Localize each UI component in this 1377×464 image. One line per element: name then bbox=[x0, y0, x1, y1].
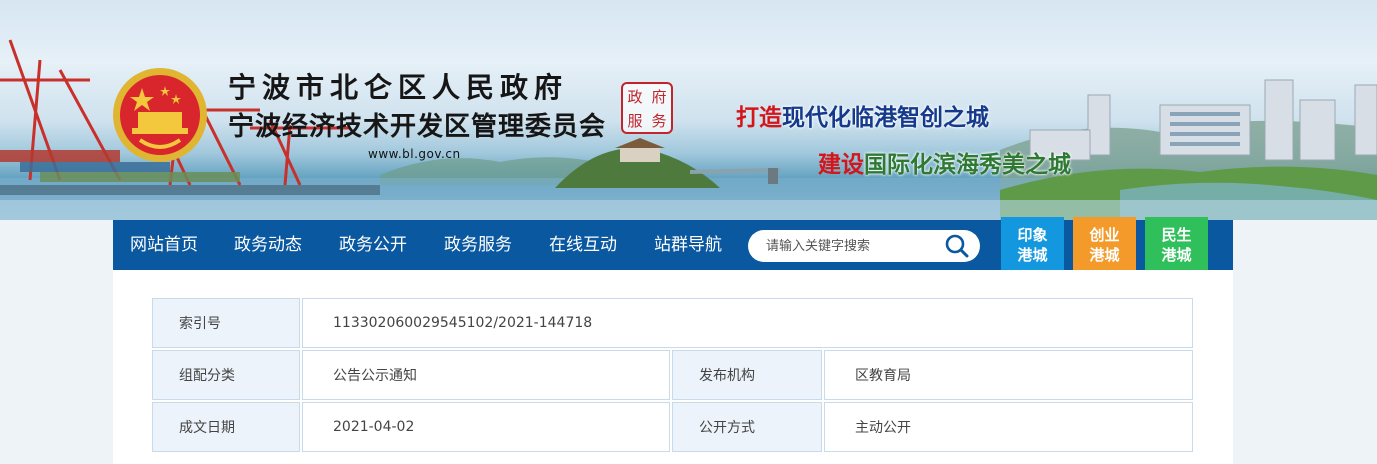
nav-item-home[interactable]: 网站首页 bbox=[130, 220, 198, 270]
nav-item-services[interactable]: 政务服务 bbox=[444, 220, 512, 270]
document-info-panel: 索引号 113302060029545102/2021-144718 组配分类 … bbox=[113, 270, 1233, 464]
slogan-line-2: 建设国际化滨海秀美之城 bbox=[818, 145, 1071, 179]
tile-livelihood-port-city[interactable]: 民生 港城 bbox=[1145, 217, 1208, 273]
publisher-label: 发布机构 bbox=[672, 350, 822, 400]
index-number-label: 索引号 bbox=[152, 298, 300, 348]
harbor-scenery-image bbox=[0, 39, 1377, 220]
nav-item-interaction[interactable]: 在线互动 bbox=[549, 220, 617, 270]
search-button[interactable] bbox=[944, 233, 970, 259]
main-nav-bar: 网站首页 政务动态 政务公开 政务服务 在线互动 站群导航 印象 港城 创业 港… bbox=[113, 217, 1233, 273]
tile-startup-port-city[interactable]: 创业 港城 bbox=[1073, 217, 1136, 273]
org-name-primary: 宁波市北仑区人民政府 bbox=[228, 71, 569, 104]
nav-item-disclosure[interactable]: 政务公开 bbox=[339, 220, 407, 270]
slogan-text: 国际化滨海秀美之城 bbox=[864, 151, 1071, 178]
nav-item-news[interactable]: 政务动态 bbox=[234, 220, 302, 270]
org-name-secondary: 宁波经济技术开发区管理委员会 bbox=[228, 112, 607, 142]
search-icon bbox=[945, 234, 969, 258]
tile-label: 港城 bbox=[1161, 246, 1192, 264]
index-number-value: 113302060029545102/2021-144718 bbox=[302, 298, 1193, 348]
slogan-highlight: 打造 bbox=[736, 104, 782, 131]
disclosure-method-value: 主动公开 bbox=[824, 402, 1193, 452]
search-input[interactable] bbox=[766, 236, 936, 256]
seal-char: 府 bbox=[651, 87, 667, 106]
search-box bbox=[748, 230, 980, 262]
publisher-value: 区教育局 bbox=[824, 350, 1193, 400]
disclosure-method-label: 公开方式 bbox=[672, 402, 822, 452]
seal-char: 服 bbox=[627, 111, 643, 130]
tile-label: 创业 bbox=[1089, 226, 1120, 244]
tile-label: 港城 bbox=[1017, 246, 1048, 264]
slogan-line-1: 打造现代化临港智创之城 bbox=[736, 98, 989, 132]
date-label: 成文日期 bbox=[152, 402, 300, 452]
nav-item-site-navigation[interactable]: 站群导航 bbox=[654, 220, 722, 270]
slogan-text: 现代化临港智创之城 bbox=[782, 104, 989, 131]
gov-service-seal-icon: 政 府 服 务 bbox=[621, 82, 673, 134]
seal-char: 政 bbox=[627, 87, 643, 106]
tile-label: 民生 bbox=[1161, 226, 1192, 244]
tile-impression-port-city[interactable]: 印象 港城 bbox=[1001, 217, 1064, 273]
slogan-highlight: 建设 bbox=[818, 151, 864, 178]
header-banner: 宁波市北仑区人民政府 宁波经济技术开发区管理委员会 www.bl.gov.cn … bbox=[0, 0, 1377, 220]
category-label: 组配分类 bbox=[152, 350, 300, 400]
seal-char: 务 bbox=[651, 111, 667, 130]
national-emblem-icon bbox=[113, 68, 207, 162]
tile-label: 印象 bbox=[1017, 226, 1048, 244]
site-url: www.bl.gov.cn bbox=[368, 147, 461, 161]
tile-label: 港城 bbox=[1089, 246, 1120, 264]
category-value: 公告公示通知 bbox=[302, 350, 670, 400]
date-value: 2021-04-02 bbox=[302, 402, 670, 452]
